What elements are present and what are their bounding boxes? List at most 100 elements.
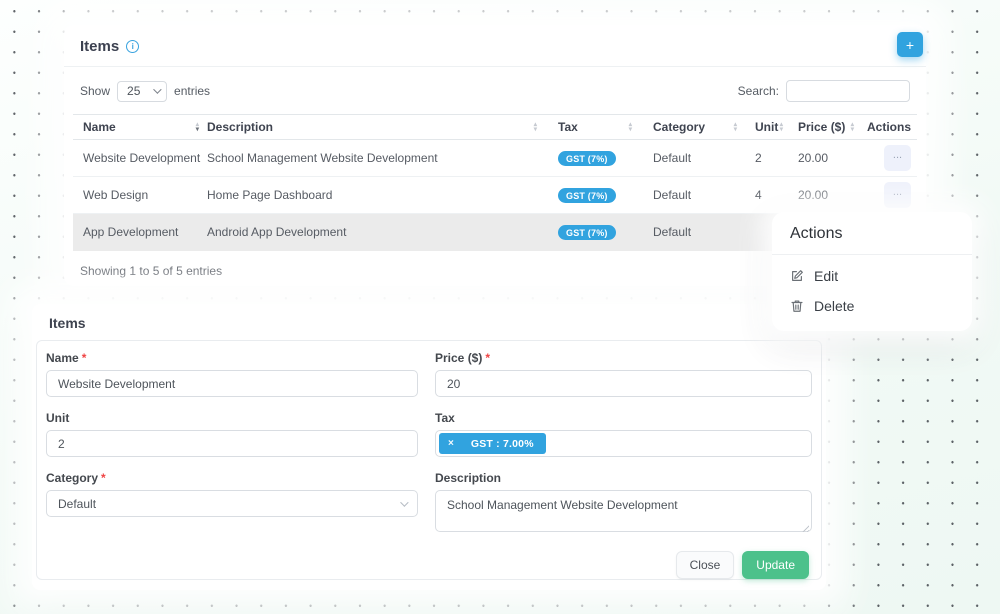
card-header: Items i bbox=[64, 25, 926, 67]
column-label: Name bbox=[83, 120, 116, 134]
column-header-unit[interactable]: Unit ▴▾ bbox=[745, 120, 791, 134]
entries-select[interactable]: 25 bbox=[117, 81, 167, 102]
plus-icon: + bbox=[906, 38, 914, 52]
trash-icon bbox=[790, 299, 804, 313]
label-text: Category bbox=[46, 471, 98, 485]
label-text: Tax bbox=[435, 411, 455, 425]
column-label: Category bbox=[653, 120, 705, 134]
field-label: Tax bbox=[435, 411, 812, 425]
add-item-button[interactable]: + bbox=[897, 32, 923, 57]
cell-category: Default bbox=[640, 151, 745, 165]
column-label: Description bbox=[207, 120, 273, 134]
sort-icon: ▴▾ bbox=[629, 122, 632, 132]
label-text: Name bbox=[46, 351, 79, 365]
cell-category: Default bbox=[640, 225, 745, 239]
cell-unit: 2 bbox=[745, 151, 791, 165]
tax-chip: × GST : 7.00% bbox=[439, 433, 546, 454]
column-label: Price ($) bbox=[798, 120, 845, 134]
tax-multiselect[interactable]: × GST : 7.00% bbox=[435, 430, 812, 457]
field-label: Name * bbox=[46, 351, 418, 365]
column-label: Tax bbox=[558, 120, 578, 134]
search-input[interactable] bbox=[786, 80, 910, 102]
cell-name: Website Development bbox=[73, 151, 207, 165]
chip-remove-icon[interactable]: × bbox=[439, 438, 463, 449]
edit-pencil-icon bbox=[790, 269, 804, 283]
field-label: Description bbox=[435, 471, 812, 485]
sort-icon: ▴▾ bbox=[780, 122, 783, 132]
category-select-value: Default bbox=[58, 497, 96, 511]
page-size-control: Show 25 entries bbox=[80, 81, 210, 102]
field-label: Unit bbox=[46, 411, 418, 425]
row-actions-button[interactable]: ... bbox=[884, 182, 911, 208]
field-unit: Unit bbox=[46, 411, 418, 457]
cell-actions: ... bbox=[862, 145, 917, 171]
category-select[interactable]: Default bbox=[46, 490, 418, 517]
cell-price: 20.00 bbox=[791, 151, 862, 165]
required-asterisk: * bbox=[82, 351, 87, 365]
field-price: Price ($) * bbox=[435, 351, 812, 397]
item-edit-modal: Items ✕ Name * Price ($) * Unit bbox=[32, 304, 826, 590]
cell-actions: ... bbox=[862, 182, 917, 208]
column-header-price[interactable]: Price ($) ▴▾ bbox=[791, 120, 862, 134]
menu-item-edit[interactable]: Edit bbox=[772, 261, 972, 291]
menu-item-delete[interactable]: Delete bbox=[772, 291, 972, 321]
sort-icon: ▴▾ bbox=[851, 122, 854, 132]
column-header-actions: Actions bbox=[862, 120, 917, 134]
sort-icon: ▴▾ bbox=[196, 122, 199, 132]
label-text: Price ($) bbox=[435, 351, 482, 365]
modal-title: Items bbox=[49, 315, 86, 331]
cell-category: Default bbox=[640, 188, 745, 202]
cell-name: App Development bbox=[73, 225, 207, 239]
menu-item-label: Edit bbox=[814, 268, 838, 284]
row-actions-button[interactable]: ... bbox=[884, 145, 911, 171]
show-label: Show bbox=[80, 84, 110, 98]
field-tax: Tax × GST : 7.00% bbox=[435, 411, 812, 457]
table-row[interactable]: Web Design Home Page Dashboard GST (7%) … bbox=[73, 177, 917, 214]
modal-footer: Close Update bbox=[46, 551, 812, 581]
sort-icon: ▴▾ bbox=[534, 122, 537, 132]
table-header-row: Name ▴▾ Description ▴▾ Tax ▴▾ Category ▴… bbox=[73, 114, 917, 140]
cell-description: Android App Development bbox=[207, 225, 545, 239]
textarea-wrap: School Management Website Development bbox=[435, 490, 812, 537]
info-icon[interactable]: i bbox=[126, 40, 139, 53]
required-asterisk: * bbox=[101, 471, 106, 485]
menu-item-label: Delete bbox=[814, 298, 854, 314]
cell-tax: GST (7%) bbox=[545, 151, 640, 166]
cell-tax: GST (7%) bbox=[545, 188, 640, 203]
unit-input[interactable] bbox=[46, 430, 418, 457]
sort-icon: ▴▾ bbox=[734, 122, 737, 132]
tax-badge: GST (7%) bbox=[558, 188, 616, 203]
entries-label: entries bbox=[174, 84, 210, 98]
column-header-tax[interactable]: Tax ▴▾ bbox=[545, 120, 640, 134]
field-label: Category * bbox=[46, 471, 418, 485]
actions-popup-items: Edit Delete bbox=[772, 255, 972, 321]
tax-badge: GST (7%) bbox=[558, 225, 616, 240]
price-input[interactable] bbox=[435, 370, 812, 397]
cell-price: 20.00 bbox=[791, 188, 862, 202]
cell-description: Home Page Dashboard bbox=[207, 188, 545, 202]
close-button[interactable]: Close bbox=[676, 551, 735, 579]
form-grid: Name * Price ($) * Unit bbox=[46, 351, 812, 551]
cell-tax: GST (7%) bbox=[545, 225, 640, 240]
modal-header: Items ✕ bbox=[32, 304, 826, 340]
chevron-down-icon bbox=[153, 85, 161, 93]
search-label: Search: bbox=[738, 84, 779, 98]
column-header-category[interactable]: Category ▴▾ bbox=[640, 120, 745, 134]
entries-select-value: 25 bbox=[127, 84, 140, 98]
table-row[interactable]: Website Development School Management We… bbox=[73, 140, 917, 177]
update-button[interactable]: Update bbox=[742, 551, 809, 579]
name-input[interactable] bbox=[46, 370, 418, 397]
column-header-name[interactable]: Name ▴▾ bbox=[73, 120, 207, 134]
cell-description: School Management Website Development bbox=[207, 151, 545, 165]
field-description: Description School Management Website De… bbox=[435, 471, 812, 537]
column-label: Actions bbox=[867, 120, 911, 134]
field-category: Category * Default bbox=[46, 471, 418, 537]
field-label: Price ($) * bbox=[435, 351, 812, 365]
column-label: Unit bbox=[755, 120, 778, 134]
actions-popup: Actions Edit Delete bbox=[772, 212, 972, 331]
search-control: Search: bbox=[738, 80, 910, 102]
column-header-description[interactable]: Description ▴▾ bbox=[207, 120, 545, 134]
label-text: Description bbox=[435, 471, 501, 485]
description-textarea[interactable]: School Management Website Development bbox=[435, 490, 812, 532]
required-asterisk: * bbox=[485, 351, 490, 365]
